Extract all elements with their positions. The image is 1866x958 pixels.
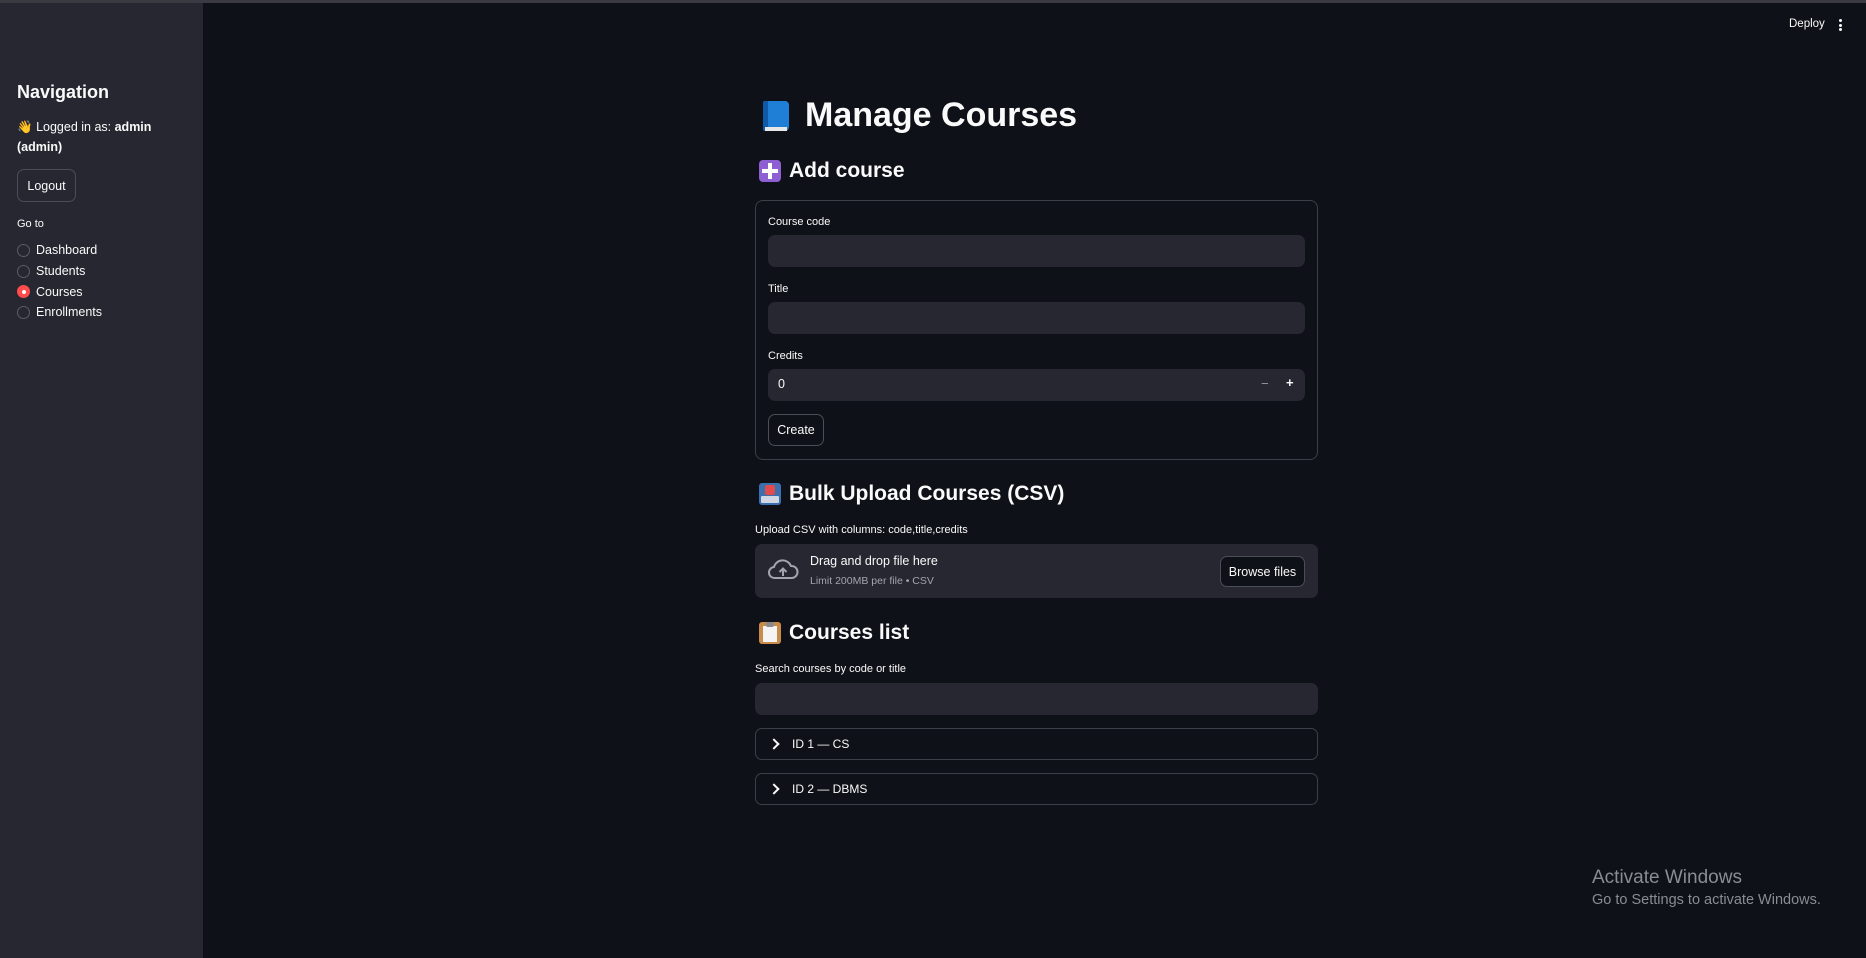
title-input[interactable]: [768, 302, 1305, 334]
page-radio-group: Dashboard Students Courses Enrollments: [17, 240, 102, 323]
bulk-upload-heading: Bulk Upload Courses (CSV): [759, 482, 1064, 506]
course-code-label: Course code: [768, 216, 831, 228]
dropzone-limit: Limit 200MB per file • CSV: [810, 575, 934, 587]
watermark-line2: Go to Settings to activate Windows.: [1592, 892, 1821, 908]
clipboard-icon: [759, 622, 781, 644]
kebab-menu-icon[interactable]: [1836, 17, 1844, 33]
window-top-border: [0, 0, 1866, 3]
create-button[interactable]: Create: [768, 414, 824, 446]
credits-value[interactable]: 0: [778, 377, 785, 391]
credits-stepper[interactable]: 0 − +: [768, 369, 1305, 401]
expander-label: ID 1 — CS: [792, 737, 850, 751]
radio-enrollments[interactable]: Enrollments: [17, 302, 102, 323]
expander-label: ID 2 — DBMS: [792, 782, 868, 796]
windows-activation-watermark: Activate Windows Go to Settings to activ…: [1592, 867, 1821, 908]
radio-circle-icon: [17, 264, 30, 278]
course-expander[interactable]: ID 2 — DBMS: [755, 773, 1318, 805]
wave-icon: 👋: [17, 120, 33, 134]
search-input[interactable]: [755, 683, 1318, 715]
file-dropzone[interactable]: Drag and drop file here Limit 200MB per …: [755, 544, 1318, 598]
decrement-button[interactable]: −: [1261, 376, 1269, 391]
logged-prefix: Logged in as:: [36, 120, 112, 134]
goto-label: Go to: [17, 218, 44, 230]
add-course-heading: Add course: [759, 159, 905, 183]
bulk-upload-heading-text: Bulk Upload Courses (CSV): [789, 482, 1065, 505]
radio-selected-icon: [17, 285, 30, 299]
courses-list-heading: Courses list: [759, 621, 909, 645]
add-course-form: Course code Title Credits 0 − + Create: [755, 200, 1318, 460]
title-label: Title: [768, 283, 789, 295]
outbox-tray-icon: [759, 483, 781, 505]
dropzone-title: Drag and drop file here: [810, 554, 938, 568]
logged-user: admin: [114, 120, 152, 134]
page-title: Manage Courses: [761, 96, 1077, 135]
courses-list-heading-text: Courses list: [789, 621, 910, 644]
radio-label: Students: [36, 264, 86, 279]
deploy-button[interactable]: Deploy: [1789, 18, 1825, 30]
logout-button[interactable]: Logout: [17, 169, 76, 202]
plus-icon: [759, 160, 781, 182]
cloud-upload-icon: [768, 559, 799, 579]
course-code-input[interactable]: [768, 235, 1305, 267]
blue-book-icon: [761, 99, 791, 133]
watermark-line1: Activate Windows: [1592, 867, 1742, 888]
sidebar-title: Navigation: [17, 82, 110, 102]
sidebar: Navigation 👋 Logged in as: admin (admin)…: [0, 3, 203, 958]
chevron-right-icon: [768, 783, 780, 795]
course-expander[interactable]: ID 1 — CS: [755, 728, 1318, 760]
search-label: Search courses by code or title: [755, 663, 907, 675]
upload-caption: Upload CSV with columns: code,title,cred…: [755, 524, 968, 536]
radio-circle-icon: [17, 243, 30, 257]
radio-circle-icon: [17, 305, 30, 319]
radio-label: Courses: [36, 284, 83, 299]
logged-role: (admin): [17, 140, 63, 154]
browse-files-button[interactable]: Browse files: [1220, 556, 1305, 587]
radio-dashboard[interactable]: Dashboard: [17, 240, 102, 261]
add-course-heading-text: Add course: [789, 159, 905, 182]
chevron-right-icon: [768, 738, 780, 750]
radio-courses[interactable]: Courses: [17, 281, 102, 302]
radio-label: Enrollments: [36, 305, 102, 320]
page-title-text: Manage Courses: [805, 96, 1078, 134]
radio-label: Dashboard: [36, 243, 98, 258]
radio-students[interactable]: Students: [17, 261, 102, 282]
increment-button[interactable]: +: [1286, 375, 1294, 390]
logged-in-status: 👋 Logged in as: admin (admin): [17, 117, 187, 157]
credits-label: Credits: [768, 350, 803, 362]
